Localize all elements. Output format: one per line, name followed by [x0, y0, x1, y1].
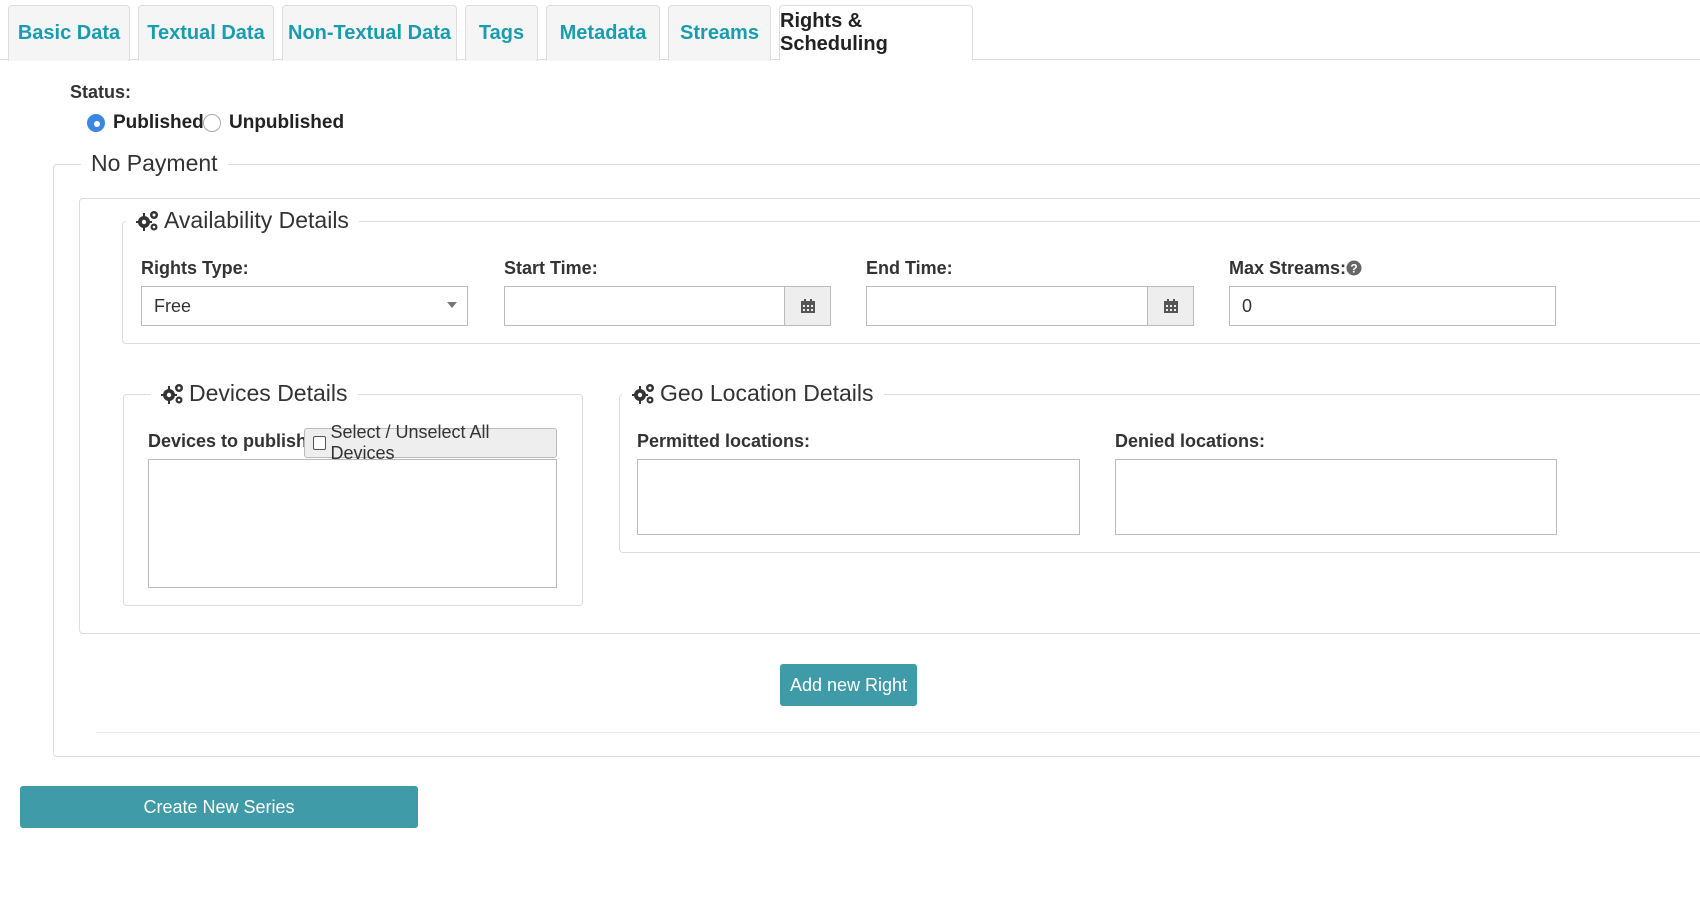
radio-published[interactable]: Published [87, 112, 204, 134]
svg-text:?: ? [1350, 262, 1357, 276]
tab-textual-data[interactable]: Textual Data [138, 5, 274, 61]
end-time-input[interactable] [866, 286, 1148, 326]
select-all-devices-label: Select / Unselect All Devices [330, 422, 490, 463]
radio-unpublished-label: Unpublished [229, 112, 345, 133]
devices-legend: Devices Details [151, 380, 358, 407]
end-time-calendar-button[interactable] [1147, 286, 1194, 326]
start-time-input[interactable] [504, 286, 785, 326]
availability-legend: Availability Details [126, 207, 359, 234]
geo-legend-text: Geo Location Details [660, 380, 874, 406]
rights-type-value: Free [154, 295, 192, 316]
payment-legend-text: No Payment [91, 150, 218, 176]
calendar-icon [1163, 299, 1178, 313]
max-streams-label: Max Streams: [1229, 258, 1347, 278]
max-streams-input[interactable]: 0 [1229, 286, 1556, 326]
calendar-icon [800, 299, 815, 313]
gears-icon [136, 210, 158, 231]
start-time-label: Start Time: [504, 258, 598, 278]
help-icon[interactable]: ? [1346, 260, 1362, 276]
devices-list[interactable] [148, 459, 557, 588]
availability-legend-text: Availability Details [164, 207, 349, 233]
tab-streams[interactable]: Streams [668, 5, 771, 61]
denied-locations-label: Denied locations: [1115, 431, 1266, 451]
gears-icon [632, 383, 654, 404]
tab-bar: Basic Data Textual Data Non-Textual Data… [0, 0, 1700, 61]
radio-published-button[interactable] [87, 114, 105, 132]
tab-rights-scheduling[interactable]: Rights & Scheduling [779, 5, 973, 61]
tab-metadata[interactable]: Metadata [546, 5, 660, 61]
rights-type-select[interactable]: Free [141, 286, 468, 326]
radio-unpublished-button[interactable] [203, 114, 221, 132]
gears-icon [161, 383, 183, 404]
select-all-devices-button[interactable]: Select / Unselect All Devices [304, 422, 557, 463]
denied-locations-input[interactable] [1115, 459, 1557, 535]
rights-type-label: Rights Type: [141, 258, 249, 278]
geo-legend: Geo Location Details [622, 380, 884, 407]
devices-legend-text: Devices Details [189, 380, 348, 406]
permitted-locations-label: Permitted locations: [637, 431, 811, 451]
add-new-right-button[interactable]: Add new Right [780, 664, 917, 706]
chevron-down-icon [447, 302, 457, 308]
devices-label: Devices to publish: [148, 431, 314, 451]
checkbox-icon [313, 436, 327, 450]
radio-unpublished[interactable]: Unpublished [203, 112, 344, 134]
divider [96, 732, 1700, 733]
status-label: Status: [70, 82, 132, 102]
permitted-locations-input[interactable] [637, 459, 1080, 535]
tab-basic-data[interactable]: Basic Data [8, 5, 130, 61]
tab-tags[interactable]: Tags [465, 5, 538, 61]
create-new-series-button[interactable]: Create New Series [20, 786, 418, 828]
tab-non-textual-data[interactable]: Non-Textual Data [282, 5, 457, 61]
end-time-label: End Time: [866, 258, 953, 278]
start-time-calendar-button[interactable] [784, 286, 831, 326]
radio-published-label: Published [113, 112, 204, 133]
payment-legend: No Payment [81, 150, 228, 177]
